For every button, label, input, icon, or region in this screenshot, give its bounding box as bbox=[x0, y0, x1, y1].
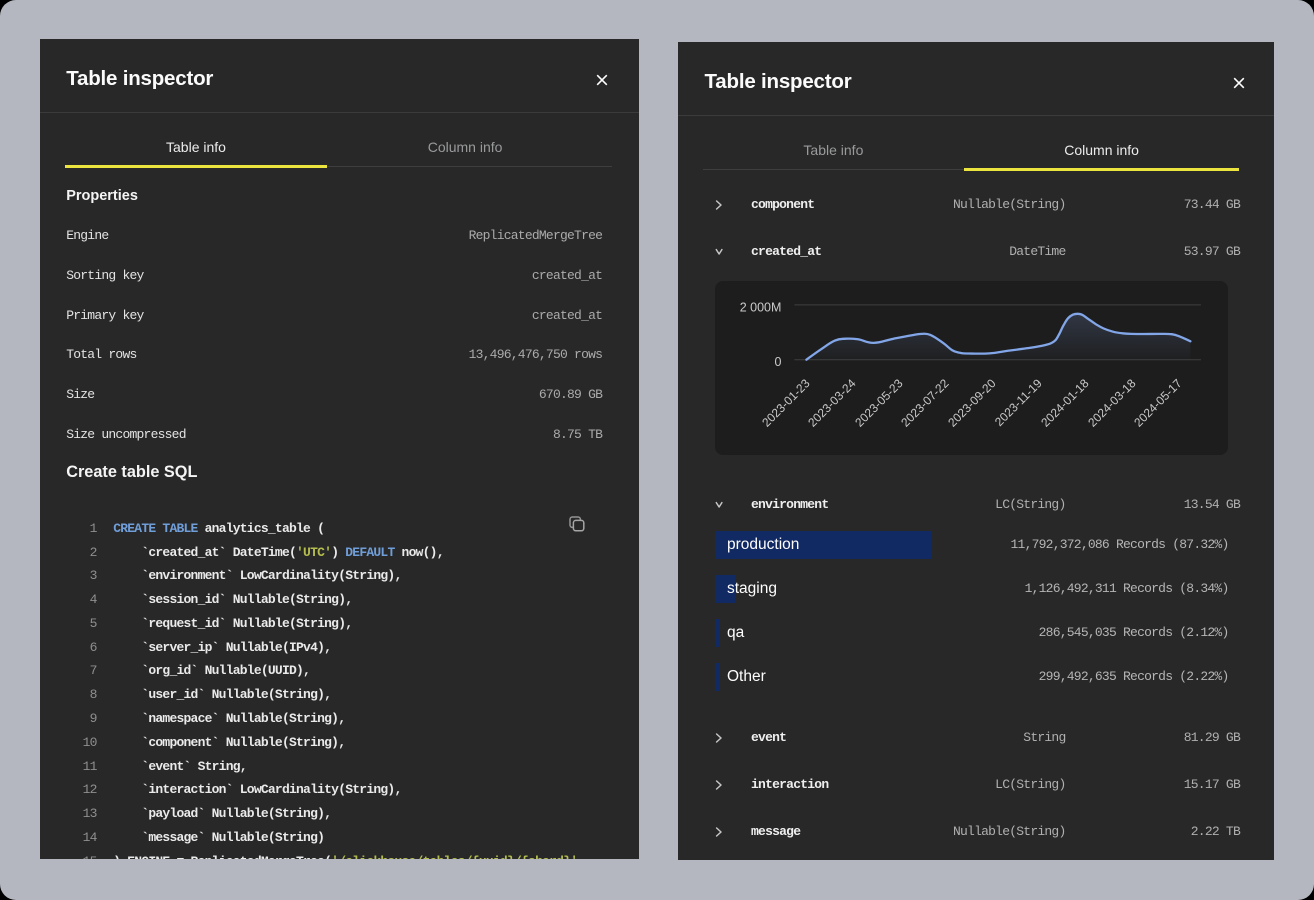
svg-text:0: 0 bbox=[774, 355, 781, 369]
svg-text:2 000M: 2 000M bbox=[739, 301, 781, 315]
